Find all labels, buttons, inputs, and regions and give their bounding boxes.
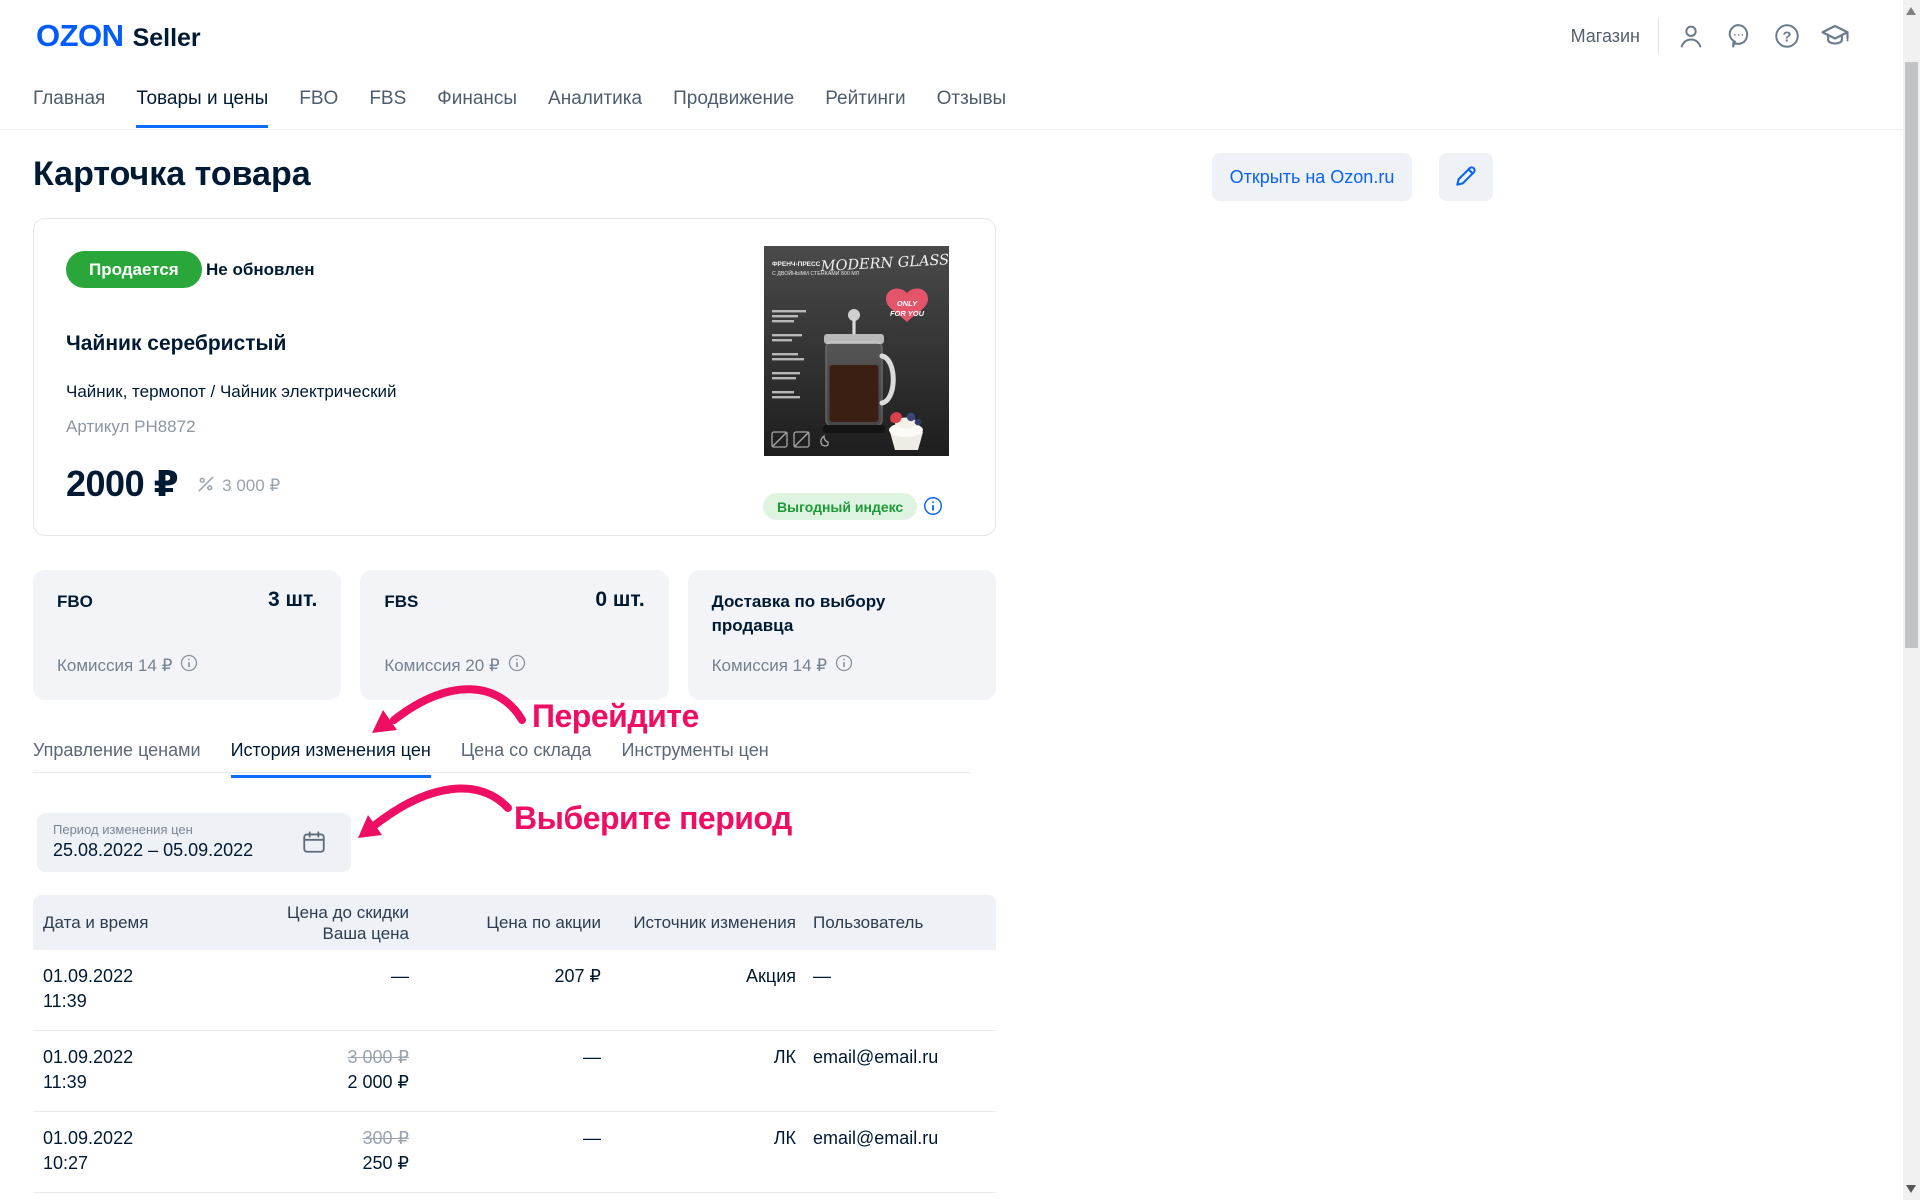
subtab-divider [33,772,971,773]
product-card: Продается Не обновлен Чайник серебристый… [33,218,996,536]
period-field[interactable]: Период изменения цен 25.08.2022 – 05.09.… [37,813,351,872]
nav-divider [0,129,1903,130]
stock-card-fbo: FBO 3 шт. Комиссия 14 ₽ [33,570,342,700]
annotation-period-label: Выберите период [514,800,792,836]
product-category: Чайник, термопот / Чайник электрический [66,382,397,401]
chat-icon[interactable] [1723,21,1754,52]
table-header: Дата и время Цена до скидки Ваша цена Це… [33,895,996,950]
stock-card-title: FBO [57,592,93,611]
pencil-icon [1453,163,1479,192]
discount-disabled-icon [196,474,216,499]
page-title: Карточка товара [33,155,311,193]
product-sku: Артикул PH8872 [66,417,196,436]
scroll-thumb[interactable] [1905,62,1918,648]
col-source: Источник изменения [633,913,796,932]
col-your-price: Ваша цена [322,923,409,943]
commission-info-icon[interactable] [507,653,527,678]
ozon-seller-page: OZON Seller Магазин ? Главная Товары и ц… [0,0,1920,1200]
ozon-seller-logo[interactable]: OZON Seller [36,18,201,54]
stock-card-qty: 0 шт. [595,588,645,611]
scrollbar[interactable] [1903,0,1920,1200]
commission-label: Комиссия 20 ₽ [384,655,500,675]
commission-label: Комиссия 14 ₽ [57,655,173,675]
main-nav: Главная Товары и цены FBO FBS Финансы Ан… [33,88,1006,128]
nav-tab-promotion[interactable]: Продвижение [673,88,794,128]
status-badge: Продается [66,251,202,288]
svg-text:FOR YOU: FOR YOU [890,309,925,318]
svg-text:?: ? [1782,29,1791,45]
education-icon[interactable] [1819,21,1850,52]
header-divider [1658,18,1659,54]
stock-card-title: Доставка по выбору продавца [711,592,886,635]
commission-info-icon[interactable] [834,653,854,678]
period-field-value: 25.08.2022 – 05.09.2022 [53,840,254,860]
scroll-up-icon[interactable] [1906,7,1916,15]
price-row: 2000 ₽ 3 000 ₽ [66,463,280,505]
header-right: Магазин ? [1571,14,1850,58]
help-icon[interactable]: ? [1771,21,1802,52]
nav-tab-fbo[interactable]: FBO [299,88,338,128]
period-field-label: Период изменения цен [53,822,193,837]
stock-card-seller-delivery: Доставка по выбору продавца Комиссия 14 … [687,570,996,700]
scroll-down-icon[interactable] [1906,1185,1916,1193]
ozon-logo: OZON [36,18,124,53]
commission-label: Комиссия 14 ₽ [711,655,828,675]
commission-info-icon[interactable] [179,653,199,678]
nav-tab-home[interactable]: Главная [33,88,105,128]
table-row: 01.09.2022 10:27 300 ₽250 ₽ — ЛК email@em… [33,1112,996,1193]
nav-tab-analytics[interactable]: Аналитика [548,88,642,128]
stock-card-qty: 3 шт. [268,588,318,611]
svg-text:ФРЕНЧ-ПРЕСС: ФРЕНЧ-ПРЕСС [772,261,821,268]
open-on-ozon-button[interactable]: Открыть на Ozon.ru [1212,153,1412,201]
annotation-arrow-period [358,784,512,838]
product-image: ФРЕНЧ-ПРЕСС С ДВОЙНЫМИ СТЕНКАМИ 800 МЛ M… [764,246,950,456]
col-user: Пользователь [813,913,924,932]
nav-tab-ratings[interactable]: Рейтинги [825,88,905,128]
product-title: Чайник серебристый [66,332,287,355]
seller-label: Seller [132,24,201,52]
profile-icon[interactable] [1675,21,1706,52]
index-info-icon[interactable] [922,495,944,517]
nav-tab-products-prices[interactable]: Товары и цены [136,88,269,128]
old-price: 3 000 ₽ [222,476,281,495]
product-price: 2000 ₽ [66,463,179,504]
edit-button[interactable] [1439,153,1493,201]
calendar-icon[interactable] [301,829,327,855]
stock-card-title: FBS [384,592,419,611]
nav-tab-finance[interactable]: Финансы [437,88,517,128]
nav-tab-reviews[interactable]: Отзывы [937,88,1007,128]
annotation-go-label: Перейдите [532,698,699,734]
svg-text:ONLY: ONLY [897,299,918,308]
price-history-table: Дата и время Цена до скидки Ваша цена Це… [33,895,996,1193]
col-price-before: Цена до скидки [287,902,409,922]
table-row: 01.09.2022 11:39 3 000 ₽2 000 ₽ — ЛК emai… [33,1031,996,1112]
stock-card-fbs: FBS 0 шт. Комиссия 20 ₽ [360,570,669,700]
col-date: Дата и время [43,913,149,932]
nav-tab-fbs[interactable]: FBS [369,88,406,128]
table-row: 01.09.2022 11:39 — 207 ₽ Акция — [33,950,996,1031]
store-menu[interactable]: Магазин [1571,26,1640,47]
col-promo-price: Цена по акции [486,913,601,932]
update-status-label: Не обновлен [206,260,315,279]
stock-cards-row: FBO 3 шт. Комиссия 14 ₽ FBS 0 шт. Комисс… [33,570,996,700]
favorable-index-badge: Выгодный индекс [763,493,918,520]
